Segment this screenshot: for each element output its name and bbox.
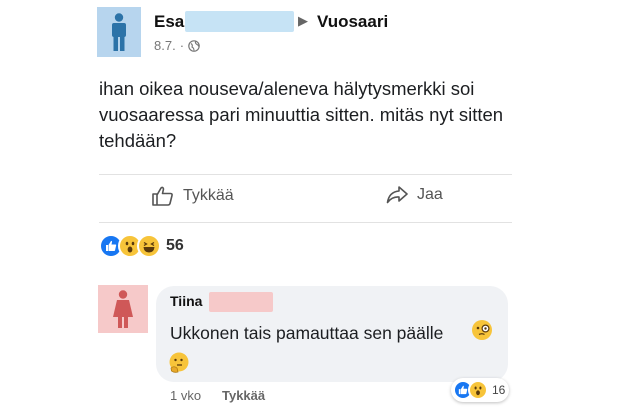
monocle-face-emoji	[471, 319, 493, 346]
place-link[interactable]: Vuosaari	[317, 12, 388, 32]
author-avatar[interactable]	[97, 7, 141, 57]
male-silhouette-icon	[112, 13, 126, 51]
author-name[interactable]: Esa	[154, 12, 184, 32]
commenter-name[interactable]: Tiina	[170, 293, 202, 309]
reaction-summary[interactable]: 56	[99, 234, 184, 258]
redacted-surname	[185, 11, 294, 32]
redacted-surname	[209, 292, 273, 312]
post-date[interactable]: 8.7.	[154, 38, 176, 53]
thumbs-up-icon	[152, 186, 173, 206]
comment-text: Ukkonen tais pamauttaa sen päälle	[170, 323, 444, 343]
share-arrow-icon	[386, 186, 408, 204]
comment-reaction-summary[interactable]: 16	[451, 378, 510, 402]
comment-reaction-count: 16	[492, 383, 506, 397]
like-button[interactable]: Tykkää	[152, 186, 234, 206]
share-label: Jaa	[417, 186, 443, 203]
reaction-count: 56	[166, 237, 184, 254]
haha-emoji	[137, 234, 161, 258]
like-label: Tykkää	[183, 187, 234, 204]
female-silhouette-icon	[113, 290, 133, 328]
commenter-avatar[interactable]	[98, 285, 148, 333]
share-button[interactable]: Jaa	[386, 186, 443, 204]
post-meta: 8.7. ·	[154, 38, 200, 53]
globe-icon	[188, 39, 200, 52]
comment-time[interactable]: 1 vko	[170, 388, 201, 403]
post-text: ihan oikea nouseva/aleneva hälytysmerkki…	[99, 78, 504, 151]
comment-like-button[interactable]: Tykkää	[222, 388, 265, 403]
thinking-face-emoji	[168, 352, 190, 379]
meta-separator: ·	[179, 38, 185, 53]
wow-emoji	[468, 380, 488, 400]
divider	[99, 174, 512, 175]
arrow-right-icon: ▶	[298, 13, 308, 28]
divider	[99, 222, 512, 223]
